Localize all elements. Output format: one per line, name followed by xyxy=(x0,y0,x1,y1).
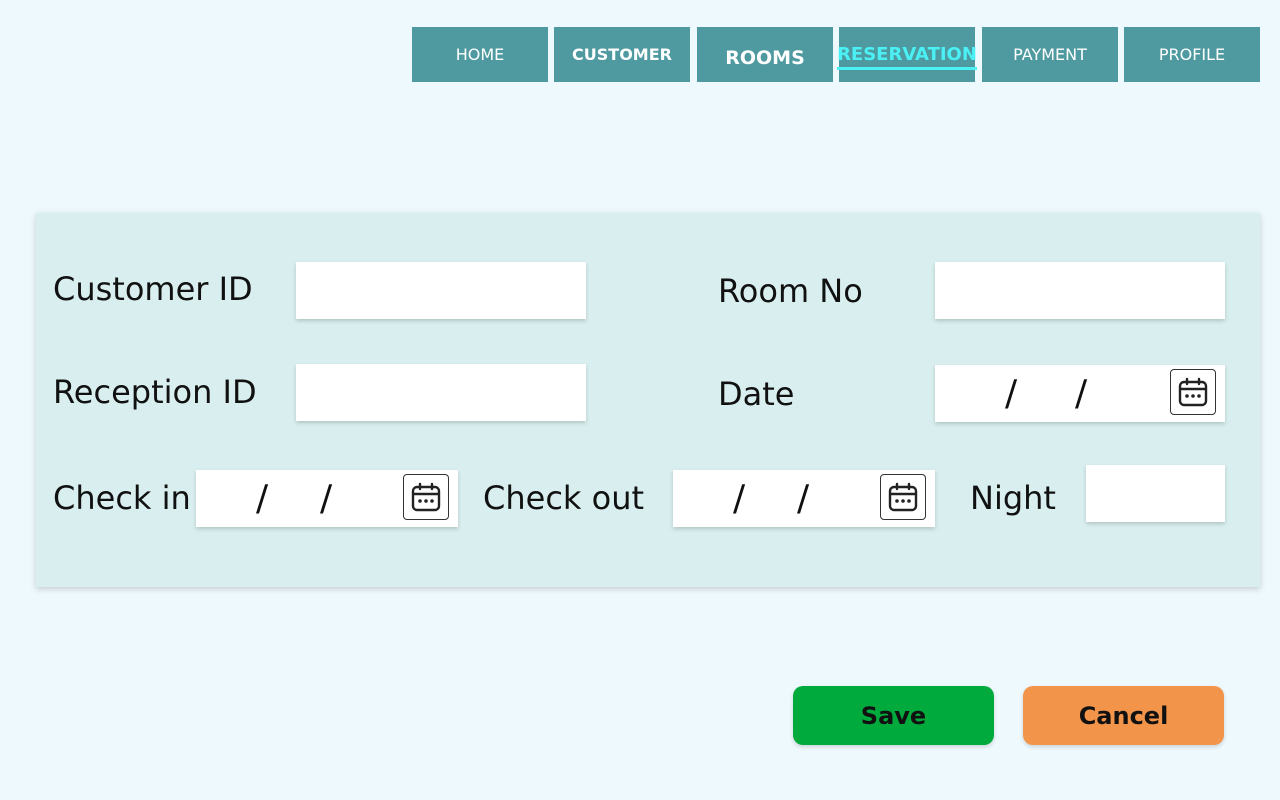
reception-id-label: Reception ID xyxy=(53,373,257,411)
check-in-calendar-button[interactable] xyxy=(403,474,449,520)
room-no-field[interactable] xyxy=(935,262,1225,319)
date-label: Date xyxy=(718,375,795,413)
night-field[interactable] xyxy=(1086,465,1225,522)
tab-payment-label: PAYMENT xyxy=(1013,45,1087,64)
tab-customer[interactable]: CUSTOMER xyxy=(554,27,690,82)
date-separator: / xyxy=(797,478,810,519)
customer-id-field[interactable] xyxy=(296,262,586,319)
tab-rooms[interactable]: ROOMS xyxy=(697,27,833,82)
calendar-icon xyxy=(1178,377,1208,407)
tab-home-label: HOME xyxy=(455,45,505,64)
tab-rooms-label: ROOMS xyxy=(725,46,805,69)
tab-payment[interactable]: PAYMENT xyxy=(982,27,1118,82)
top-navigation: HOME CUSTOMER ROOMS RESERVATION PAYMENT … xyxy=(0,27,1280,82)
reservation-form-panel: Customer ID Room No Reception ID Date / … xyxy=(36,213,1260,587)
room-no-label: Room No xyxy=(718,272,863,310)
tab-reservation[interactable]: RESERVATION xyxy=(837,27,977,82)
calendar-icon xyxy=(411,482,441,512)
customer-id-label: Customer ID xyxy=(53,270,253,308)
date-separator: / xyxy=(1075,373,1088,414)
night-label: Night xyxy=(970,479,1056,517)
tab-reservation-label: RESERVATION xyxy=(837,44,977,70)
date-field[interactable]: / / xyxy=(935,365,1225,422)
date-separator: / xyxy=(256,478,269,519)
check-out-calendar-button[interactable] xyxy=(880,474,926,520)
tab-home[interactable]: HOME xyxy=(412,27,548,82)
calendar-icon xyxy=(888,482,918,512)
cancel-button[interactable]: Cancel xyxy=(1023,686,1224,745)
tab-customer-label: CUSTOMER xyxy=(572,45,672,64)
date-separator: / xyxy=(320,478,333,519)
tab-profile-label: PROFILE xyxy=(1158,45,1226,64)
tab-profile[interactable]: PROFILE xyxy=(1124,27,1260,82)
check-in-label: Check in xyxy=(53,479,191,517)
check-out-field[interactable]: / / xyxy=(673,470,935,527)
date-calendar-button[interactable] xyxy=(1170,369,1216,415)
date-separator: / xyxy=(1005,373,1018,414)
check-out-label: Check out xyxy=(483,479,645,517)
reception-id-field[interactable] xyxy=(296,364,586,421)
save-button[interactable]: Save xyxy=(793,686,994,745)
date-separator: / xyxy=(733,478,746,519)
check-in-field[interactable]: / / xyxy=(196,470,458,527)
